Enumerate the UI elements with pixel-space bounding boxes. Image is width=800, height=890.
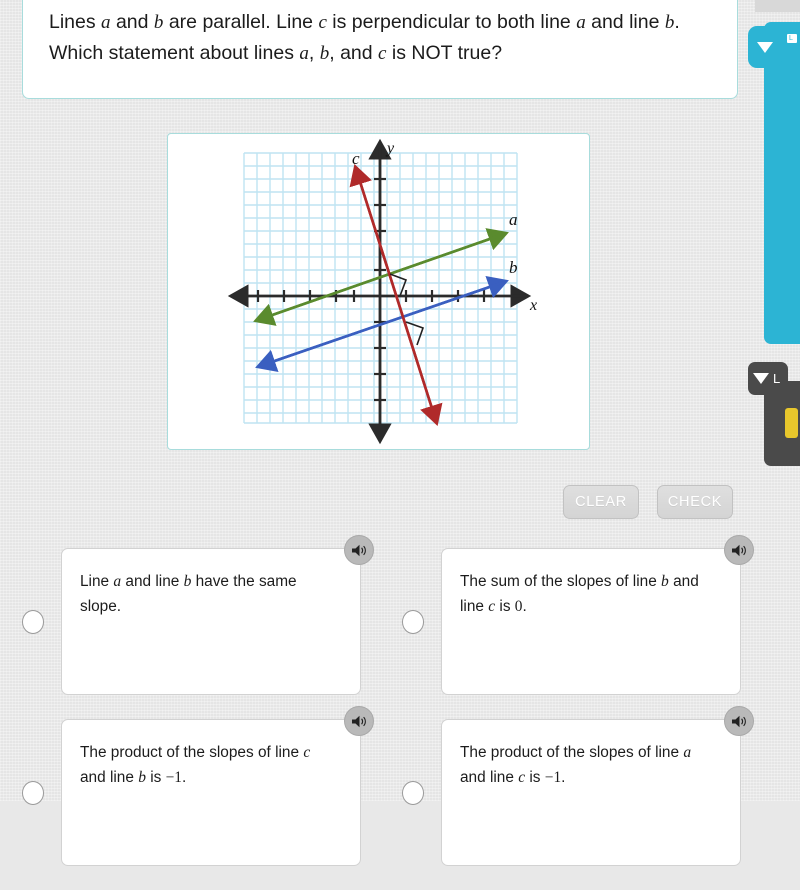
speaker-icon: [351, 715, 366, 727]
question-text: Lines a and b are parallel. Line c is pe…: [49, 11, 680, 64]
y-axis-label: y: [385, 140, 395, 157]
speaker-icon-option-2[interactable]: [724, 535, 754, 565]
line-c-label: c: [352, 149, 360, 168]
check-button[interactable]: CHECK: [657, 485, 733, 519]
graph-axes: [227, 138, 532, 445]
option-card-2[interactable]: The sum of the slopes of line b and line…: [441, 535, 754, 695]
speaker-icon-option-4[interactable]: [724, 706, 754, 736]
speaker-icon: [731, 715, 746, 727]
answer-options-row-2: The product of the slopes of line c and …: [0, 706, 760, 866]
coordinate-plane-graph: a b c x y: [227, 138, 537, 445]
option-card-4[interactable]: The product of the slopes of line a and …: [441, 706, 754, 866]
x-axis-label: x: [529, 297, 537, 314]
top-right-strip: [755, 0, 800, 12]
side-panel-cyan-badge: L: [786, 33, 798, 44]
line-a-label: a: [509, 210, 518, 229]
answer-option-2: The sum of the slopes of line b and line…: [380, 535, 760, 695]
option-text-3: The product of the slopes of line c and …: [80, 744, 311, 786]
radio-option-1[interactable]: [22, 609, 44, 634]
action-button-group: CLEAR CHECK: [563, 485, 733, 519]
speaker-icon-option-3[interactable]: [344, 706, 374, 736]
chevron-down-icon: [753, 373, 769, 384]
option-text-4: The product of the slopes of line a and …: [460, 744, 692, 786]
graph-card: a b c x y: [167, 133, 590, 450]
speaker-icon: [731, 544, 746, 556]
side-panel-dark-accent: [785, 408, 798, 438]
clear-button[interactable]: CLEAR: [563, 485, 639, 519]
question-card: Lines a and b are parallel. Line c is pe…: [22, 0, 738, 99]
option-card-1[interactable]: Line a and line b have the same slope.: [61, 535, 374, 695]
activity-stage: Lines a and b are parallel. Line c is pe…: [0, 0, 800, 866]
speaker-icon: [351, 544, 366, 556]
side-panel-cyan[interactable]: [764, 22, 800, 344]
option-text-1: Line a and line b have the same slope.: [80, 573, 297, 615]
side-panel-dark-toggle[interactable]: L: [748, 362, 788, 395]
side-panel-cyan-toggle[interactable]: [748, 26, 782, 68]
answer-options: Line a and line b have the same slope. T…: [0, 535, 760, 890]
option-card-3[interactable]: The product of the slopes of line c and …: [61, 706, 374, 866]
side-panel-dark-label: L: [773, 371, 781, 386]
answer-option-1: Line a and line b have the same slope.: [0, 535, 380, 695]
line-b-label: b: [509, 258, 518, 277]
speaker-icon-option-1[interactable]: [344, 535, 374, 565]
chevron-down-icon: [757, 41, 773, 53]
radio-option-2[interactable]: [402, 609, 424, 634]
answer-option-4: The product of the slopes of line a and …: [380, 706, 760, 866]
option-text-2: The sum of the slopes of line b and line…: [460, 573, 699, 615]
answer-options-row-1: Line a and line b have the same slope. T…: [0, 535, 760, 695]
answer-option-3: The product of the slopes of line c and …: [0, 706, 380, 866]
